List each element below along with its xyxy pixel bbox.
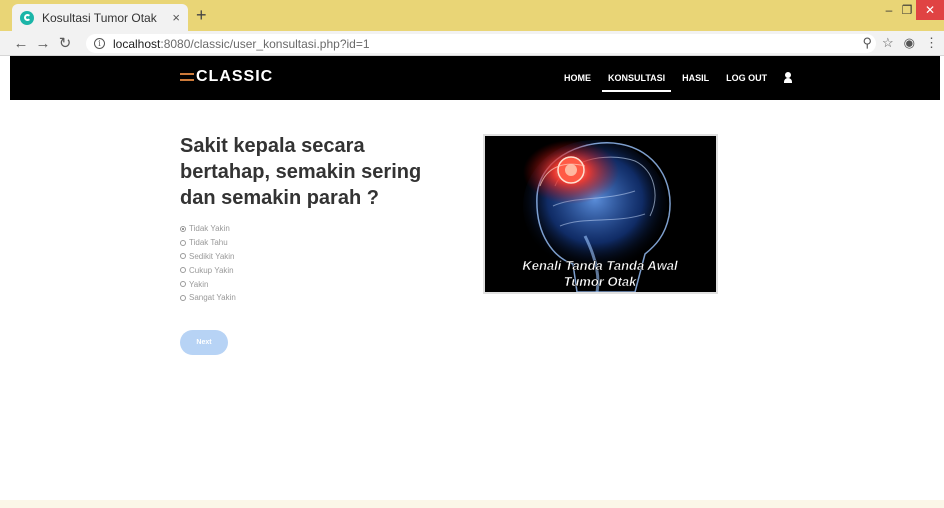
address-bar[interactable]: i localhost :8080/classic/user_konsultas… — [86, 34, 876, 53]
radio-button[interactable] — [180, 294, 186, 301]
nav-home[interactable]: HOME — [564, 56, 591, 100]
restore-icon[interactable]: ❐ — [898, 0, 916, 20]
minimize-icon[interactable]: – — [880, 0, 898, 20]
question-title: Sakit kepala secara bertahap, semakin se… — [180, 135, 422, 209]
option-label: Sedikit Yakin — [189, 251, 235, 261]
zoom-icon[interactable]: ⚲ — [862, 35, 872, 51]
new-tab-button[interactable]: + — [196, 6, 207, 24]
option-label: Tidak Tahu — [189, 238, 228, 248]
brain-illustration: Kenali Tanda Tanda Awal Tumor Otak — [485, 136, 716, 292]
radio-button[interactable] — [180, 267, 186, 274]
nav-hasil[interactable]: HASIL — [682, 56, 709, 100]
answer-options: Tidak Yakin Tidak Tahu Sedikit Yakin Cuk… — [180, 222, 236, 305]
reload-icon[interactable]: ↻ — [54, 34, 76, 52]
brain-tumor-image: Kenali Tanda Tanda Awal Tumor Otak — [483, 134, 718, 294]
option-sangat-yakin[interactable]: Sangat Yakin — [180, 291, 236, 305]
radio-button[interactable] — [180, 253, 186, 260]
nav-links: HOME KONSULTASI HASIL LOG OUT — [564, 56, 793, 100]
menu-kebab-icon[interactable]: ⋮ — [925, 35, 938, 51]
toolbar-actions: ⚲ ☆ ◉ ⋮ — [862, 35, 938, 51]
profile-icon[interactable]: ◉ — [904, 35, 915, 51]
page-bottom-strip — [0, 500, 944, 508]
brand-name: CLASSIC — [196, 68, 274, 85]
radio-button[interactable] — [180, 239, 186, 246]
option-label: Cukup Yakin — [189, 265, 234, 275]
option-label: Tidak Yakin — [189, 224, 230, 234]
next-button[interactable]: Next — [180, 330, 228, 355]
image-caption-line2: Tumor Otak — [564, 274, 637, 289]
user-icon[interactable] — [784, 72, 793, 84]
nav-konsultasi[interactable]: KONSULTASI — [601, 56, 672, 100]
option-tidak-tahu[interactable]: Tidak Tahu — [180, 236, 236, 250]
forward-arrow-icon[interactable]: → — [32, 35, 54, 52]
option-label: Sangat Yakin — [189, 293, 236, 303]
tab-title: Kosultasi Tumor Otak — [42, 10, 157, 25]
nav-logout[interactable]: LOG OUT — [726, 56, 767, 100]
option-yakin[interactable]: Yakin — [180, 277, 236, 291]
radio-button[interactable] — [180, 281, 186, 288]
url-host: localhost — [113, 36, 161, 51]
option-sedikit-yakin[interactable]: Sedikit Yakin — [180, 250, 236, 264]
url-path: :8080/classic/user_konsultasi.php?id=1 — [160, 36, 370, 51]
window-close-icon[interactable]: ✕ — [916, 0, 944, 20]
bookmark-star-icon[interactable]: ☆ — [882, 35, 894, 51]
browser-tab[interactable]: Kosultasi Tumor Otak × — [12, 4, 188, 31]
option-cukup-yakin[interactable]: Cukup Yakin — [180, 263, 236, 277]
browser-toolbar: ← → ↻ i localhost :8080/classic/user_kon… — [0, 31, 944, 56]
radio-button[interactable] — [180, 225, 186, 232]
option-label: Yakin — [189, 279, 209, 289]
image-caption-line1: Kenali Tanda Tanda Awal — [522, 258, 678, 273]
site-favicon-icon — [20, 10, 34, 25]
back-arrow-icon[interactable]: ← — [10, 35, 32, 52]
tab-close-icon[interactable]: × — [172, 10, 180, 25]
browser-tabbar: Kosultasi Tumor Otak × + – ❐ ✕ — [0, 0, 944, 31]
option-tidak-yakin[interactable]: Tidak Yakin — [180, 222, 236, 236]
window-controls: – ❐ ✕ — [880, 0, 944, 20]
brand-lines-icon — [180, 73, 194, 81]
brand-logo[interactable]: CLASSIC — [180, 68, 273, 86]
site-navbar: CLASSIC HOME KONSULTASI HASIL LOG OUT — [10, 56, 940, 100]
info-icon[interactable]: i — [94, 38, 105, 49]
